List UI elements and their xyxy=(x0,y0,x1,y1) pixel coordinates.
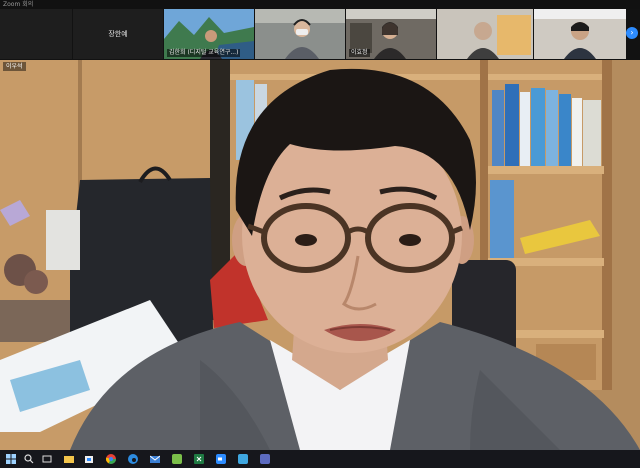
participant-tile[interactable] xyxy=(437,9,533,59)
speaker-name: 이우석 xyxy=(3,62,26,71)
search-icon[interactable] xyxy=(24,454,34,464)
participant-tile[interactable]: 장한예 xyxy=(73,9,163,59)
participant-tile[interactable] xyxy=(0,9,72,59)
task-view-icon[interactable] xyxy=(42,454,52,464)
speaker-video-frame xyxy=(0,60,640,450)
participant-tile[interactable] xyxy=(534,9,626,59)
explorer-icon[interactable] xyxy=(64,454,74,464)
participant-tile[interactable]: 이효정 xyxy=(346,9,436,59)
windows-taskbar xyxy=(0,450,640,468)
participant-video xyxy=(437,9,533,59)
store-icon[interactable] xyxy=(84,454,94,464)
participant-name: 장한예 xyxy=(108,30,128,38)
participant-tile[interactable] xyxy=(255,9,345,59)
app-icon[interactable] xyxy=(172,454,182,464)
participant-strip: 장한예 김한희 (디지털 교육연구...) 이효정 › xyxy=(0,9,640,60)
edge-icon[interactable] xyxy=(128,454,138,464)
chrome-icon[interactable] xyxy=(106,454,116,464)
participant-tile[interactable]: 김한희 (디지털 교육연구...) xyxy=(164,9,254,59)
window-title-bar: Zoom 회의 xyxy=(0,0,640,9)
participant-name: 이효정 xyxy=(349,49,370,57)
excel-icon[interactable] xyxy=(194,454,204,464)
active-speaker-video: 이우석 xyxy=(0,60,640,450)
participant-video xyxy=(255,9,345,59)
chevron-right-icon[interactable]: › xyxy=(626,27,638,39)
app-icon[interactable] xyxy=(260,454,270,464)
zoom-icon[interactable] xyxy=(216,454,226,464)
window-title: Zoom 회의 xyxy=(3,1,34,8)
windows-start-icon[interactable] xyxy=(6,454,16,464)
participant-video xyxy=(534,9,626,59)
mail-icon[interactable] xyxy=(150,454,160,464)
participant-name: 김한희 (디지털 교육연구...) xyxy=(167,49,241,57)
app-icon[interactable] xyxy=(238,454,248,464)
